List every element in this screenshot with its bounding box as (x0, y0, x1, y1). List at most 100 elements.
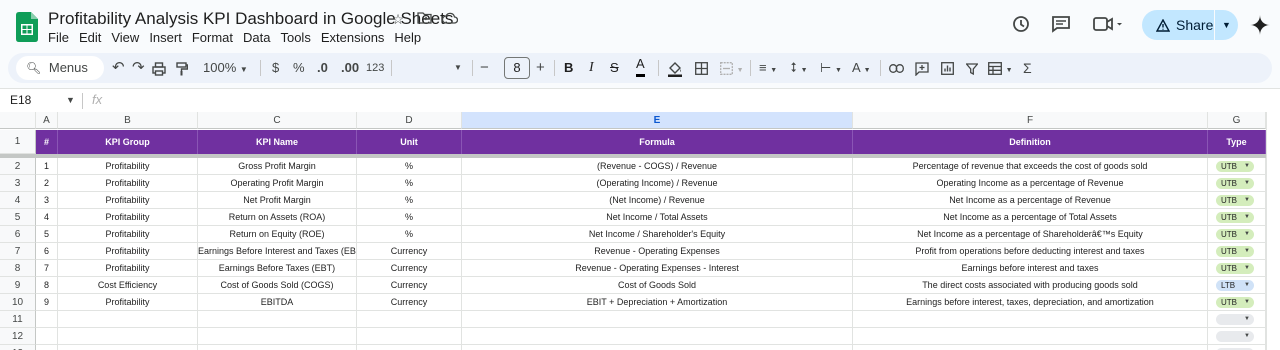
row-header-4[interactable]: 4 (0, 192, 36, 209)
cell-unit[interactable]: Currency (357, 277, 462, 294)
menu-insert[interactable]: Insert (149, 30, 182, 45)
cell-formula[interactable]: (Revenue - COGS) / Revenue (462, 158, 853, 175)
move-folder-icon[interactable] (416, 11, 432, 28)
menu-file[interactable]: File (48, 30, 69, 45)
star-icon[interactable]: ☆ (390, 11, 406, 28)
empty-cell[interactable] (853, 311, 1208, 328)
cell-definition[interactable]: The direct costs associated with produci… (853, 277, 1208, 294)
cell-num[interactable]: 7 (36, 260, 58, 277)
print-icon[interactable] (152, 53, 166, 83)
merge-cells-icon[interactable]: ▼ (720, 53, 744, 83)
number-format-button[interactable]: 123 (366, 53, 384, 83)
empty-cell[interactable] (462, 328, 853, 345)
undo-icon[interactable]: ↶ (112, 53, 125, 83)
redo-icon[interactable]: ↷ (132, 53, 145, 83)
cell-name[interactable]: Net Profit Margin (198, 192, 357, 209)
cell-definition[interactable]: Operating Income as a percentage of Reve… (853, 175, 1208, 192)
cloud-status-icon[interactable] (441, 11, 459, 28)
insert-chart-icon[interactable] (941, 53, 954, 83)
chevron-down-icon[interactable]: ▼ (1244, 331, 1250, 342)
column-header-c[interactable]: C (198, 112, 357, 129)
currency-format-button[interactable]: $ (272, 53, 279, 83)
cell-definition[interactable]: Net Income as a percentage of Revenue (853, 192, 1208, 209)
chevron-down-icon[interactable]: ▼ (1244, 178, 1250, 189)
cell-num[interactable]: 1 (36, 158, 58, 175)
text-color-icon[interactable]: A (636, 53, 645, 77)
row-header-6[interactable]: 6 (0, 226, 36, 243)
select-all-corner[interactable] (0, 112, 36, 129)
cell-formula[interactable]: Cost of Goods Sold (462, 277, 853, 294)
decrease-decimal-button[interactable]: .0 (317, 53, 328, 83)
cell-num[interactable]: 9 (36, 294, 58, 311)
empty-cell[interactable] (853, 345, 1208, 350)
empty-cell[interactable] (462, 311, 853, 328)
cell-type[interactable]: UTB ▼ (1208, 243, 1266, 260)
cell-definition[interactable]: Profit from operations before deducting … (853, 243, 1208, 260)
header-cell-a[interactable]: # (36, 130, 58, 154)
cell-group[interactable]: Profitability (58, 209, 198, 226)
column-header-f[interactable]: F (853, 112, 1208, 129)
header-cell-g[interactable]: Type (1208, 130, 1266, 154)
cell-group[interactable]: Profitability (58, 260, 198, 277)
cell-group[interactable]: Profitability (58, 158, 198, 175)
column-header-a[interactable]: A (36, 112, 58, 129)
row-header-5[interactable]: 5 (0, 209, 36, 226)
functions-icon[interactable]: Σ (1023, 53, 1032, 83)
header-cell-c[interactable]: KPI Name (198, 130, 357, 154)
italic-button[interactable]: I (589, 53, 594, 83)
cell-formula[interactable]: EBIT + Depreciation + Amortization (462, 294, 853, 311)
cell-name[interactable]: EBITDA (198, 294, 357, 311)
cell-formula[interactable]: Net Income / Total Assets (462, 209, 853, 226)
empty-cell[interactable] (58, 345, 198, 350)
type-chip[interactable]: UTB ▼ (1216, 212, 1254, 223)
menu-format[interactable]: Format (192, 30, 233, 45)
row-header-9[interactable]: 9 (0, 277, 36, 294)
empty-cell[interactable] (357, 311, 462, 328)
empty-cell[interactable] (462, 345, 853, 350)
cell-group[interactable]: Profitability (58, 175, 198, 192)
share-main[interactable]: Share (1142, 17, 1214, 33)
cell-name[interactable]: Return on Equity (ROE) (198, 226, 357, 243)
type-chip[interactable]: UTB ▼ (1216, 195, 1254, 206)
name-box-dropdown-icon[interactable]: ▼ (66, 95, 75, 105)
cell-group[interactable]: Profitability (58, 294, 198, 311)
cell-type[interactable]: LTB ▼ (1208, 277, 1266, 294)
cell-definition[interactable]: Earnings before interest, taxes, depreci… (853, 294, 1208, 311)
empty-type-chip[interactable]: ▼ (1216, 314, 1254, 325)
menu-edit[interactable]: Edit (79, 30, 101, 45)
type-chip[interactable]: UTB ▼ (1216, 178, 1254, 189)
row-header-11[interactable]: 11 (0, 311, 36, 328)
cell-type[interactable]: UTB ▼ (1208, 209, 1266, 226)
meet-icon[interactable] (1093, 16, 1123, 32)
text-wrapping-icon[interactable]: ⊢ ▼ (820, 53, 842, 83)
percent-format-button[interactable]: % (293, 53, 305, 83)
empty-cell[interactable] (36, 345, 58, 350)
empty-cell[interactable] (36, 328, 58, 345)
cell-name[interactable]: Return on Assets (ROA) (198, 209, 357, 226)
menu-tools[interactable]: Tools (280, 30, 310, 45)
column-header-g[interactable]: G (1208, 112, 1266, 129)
cell-group[interactable]: Profitability (58, 192, 198, 209)
font-size-increase-button[interactable]: + (536, 53, 545, 83)
type-chip[interactable]: UTB ▼ (1216, 161, 1254, 172)
menus-search[interactable]: 🔍︎ Menus (16, 56, 104, 80)
cell-unit[interactable]: % (357, 226, 462, 243)
chevron-down-icon[interactable]: ▼ (1244, 263, 1250, 274)
horizontal-align-icon[interactable]: ≡ ▼ (759, 53, 777, 83)
cell-num[interactable]: 8 (36, 277, 58, 294)
cell-group[interactable]: Profitability (58, 226, 198, 243)
cell-formula[interactable]: Net Income / Shareholder's Equity (462, 226, 853, 243)
cell-unit[interactable]: % (357, 175, 462, 192)
row-header-3[interactable]: 3 (0, 175, 36, 192)
gemini-icon[interactable] (1250, 15, 1270, 35)
history-icon[interactable] (1011, 14, 1031, 34)
cell-num[interactable]: 5 (36, 226, 58, 243)
row-header-2[interactable]: 2 (0, 158, 36, 175)
font-size-decrease-button[interactable]: − (480, 53, 489, 83)
cell-formula[interactable]: Revenue - Operating Expenses - Interest (462, 260, 853, 277)
cell-definition[interactable]: Earnings before interest and taxes (853, 260, 1208, 277)
vertical-scrollbar[interactable] (1266, 112, 1280, 350)
type-chip[interactable]: UTB ▼ (1216, 263, 1254, 274)
chevron-down-icon[interactable]: ▼ (1244, 161, 1250, 172)
chevron-down-icon[interactable]: ▼ (1244, 229, 1250, 240)
